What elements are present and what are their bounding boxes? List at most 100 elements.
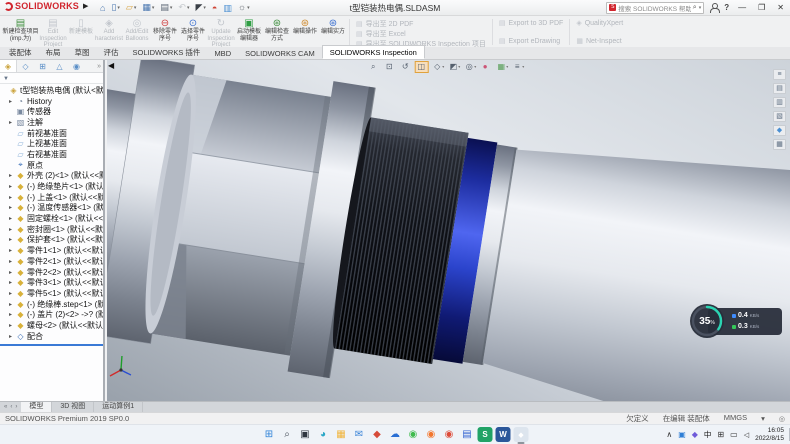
tree-item[interactable]: 零件1<1> (默认<<默认>_显示状态 (0, 245, 103, 256)
graphics-viewport[interactable]: ◀ (107, 60, 790, 401)
ribbon-button[interactable]: 编辑实方 (319, 17, 347, 47)
ribbon-tab[interactable]: 草图 (68, 45, 97, 59)
taskview-icon[interactable] (298, 427, 313, 442)
ribbon-menu-item[interactable]: Export to 3D PDF (499, 19, 563, 27)
store-icon[interactable] (370, 427, 385, 442)
word-icon[interactable] (496, 427, 511, 442)
expand-caret-icon[interactable] (9, 311, 16, 318)
ribbon-menu-item[interactable]: 导出至 2D PDF (356, 19, 486, 29)
edit-appearance-icon[interactable] (478, 61, 492, 73)
expand-caret-icon[interactable] (9, 119, 16, 126)
ribbon-button[interactable]: 移除零件序号 (151, 17, 179, 47)
wechat-icon[interactable] (406, 427, 421, 442)
ribbon-button[interactable]: 启动模板编辑器 (235, 17, 263, 47)
save-icon[interactable] (142, 1, 154, 14)
tree-item[interactable]: (-) 上盖<1> (默认<<默认>_显示状 (0, 192, 103, 203)
document-tab[interactable]: 3D 视图 (52, 402, 94, 412)
view-settings-icon[interactable] (510, 61, 524, 73)
tree-item[interactable]: 上视基准面 (0, 138, 103, 149)
units-dropdown-icon[interactable]: ▾ (761, 414, 765, 423)
tree-item[interactable]: 零件5<1> (默认<<默认>_显示状态 (0, 288, 103, 299)
docs-icon[interactable] (478, 427, 493, 442)
app-blue-icon[interactable] (678, 427, 686, 442)
ribbon-menu-item[interactable]: Net-Inspect (576, 37, 623, 45)
open-icon[interactable] (126, 1, 136, 14)
expand-caret-icon[interactable] (9, 236, 16, 243)
expand-caret-icon[interactable] (9, 215, 16, 222)
ribbon-button[interactable]: 选择零件序号 (179, 17, 207, 47)
ribbon-button[interactable]: Update Inspection Project (207, 17, 235, 47)
tree-item[interactable]: (-) 绝缘垫片<1> (默认<<默认>_显 (0, 181, 103, 192)
document-tab[interactable]: 模型 (21, 402, 52, 412)
volume-icon[interactable] (744, 427, 749, 443)
document-tab[interactable]: 运动算例1 (94, 402, 143, 412)
ribbon-button[interactable]: Add/Edit Balloons (123, 17, 151, 47)
search-icon[interactable] (280, 427, 295, 442)
display-icon[interactable] (223, 2, 232, 14)
expand-caret-icon[interactable] (9, 290, 16, 297)
ribbon-tab[interactable]: 布局 (39, 45, 68, 59)
ime-grid-icon[interactable] (717, 427, 724, 442)
help-button[interactable]: ? (724, 3, 729, 12)
tree-item[interactable]: 零件2<2> (默认<<默认>_显示状态 (0, 267, 103, 278)
tree-item[interactable]: History (0, 96, 103, 107)
tree-item[interactable]: 固定螺栓<1> (默认<<默认>_显示 (0, 213, 103, 224)
resources-icon[interactable] (773, 69, 786, 80)
tree-item[interactable]: 外壳 (2)<1> (默认<<默认>_显示状 (0, 171, 103, 182)
zoom-fit-icon[interactable] (366, 61, 380, 73)
apply-scene-icon[interactable] (494, 61, 508, 73)
search-dropdown-icon[interactable]: ▾ (699, 5, 702, 11)
solidworks-icon[interactable] (514, 427, 529, 442)
tree-item[interactable]: t型铠装热电偶 (默认<默认>_显示状态-1 (0, 85, 103, 96)
panel-splitter[interactable] (0, 344, 103, 346)
ribbon-menu-item[interactable]: 导出至 Excel (356, 29, 486, 39)
expand-caret-icon[interactable] (9, 172, 16, 179)
panel-collapse-arrow-icon[interactable]: ◀ (108, 62, 114, 70)
ribbon-menu-item[interactable]: Export eDrawing (499, 37, 563, 45)
undo-icon[interactable] (178, 1, 189, 14)
hide-show-icon[interactable] (462, 61, 476, 73)
expand-caret-icon[interactable] (9, 301, 16, 308)
home-icon[interactable] (100, 2, 105, 14)
performance-icon[interactable] (212, 2, 217, 14)
onedrive-icon[interactable] (388, 427, 403, 442)
view-orientation-icon[interactable] (430, 61, 444, 73)
start-icon[interactable] (262, 427, 277, 442)
ribbon-button[interactable]: 新建检查项目 (imp.为) (2, 17, 39, 47)
tab-nav-arrow[interactable]: › (15, 404, 17, 410)
design-library-icon[interactable] (773, 83, 786, 94)
ribbon-tab[interactable]: MBD (207, 47, 238, 59)
expand-caret-icon[interactable] (9, 258, 16, 265)
custom-properties-icon[interactable] (773, 139, 786, 150)
firefox-icon[interactable] (424, 427, 439, 442)
appearances-icon[interactable] (773, 125, 786, 136)
print-icon[interactable] (160, 1, 172, 14)
ribbon-tab[interactable]: SOLIDWORKS CAM (238, 47, 322, 59)
expand-caret-icon[interactable] (9, 269, 16, 276)
chrome-icon[interactable] (442, 427, 457, 442)
tag-icon[interactable]: ◎ (779, 415, 785, 423)
expand-caret-icon[interactable] (9, 279, 16, 286)
login-icon[interactable] (710, 3, 718, 12)
brand-expand-arrow[interactable]: ▶ (83, 2, 88, 10)
monitor-icon[interactable] (730, 427, 738, 442)
close-button[interactable]: ✕ (774, 1, 787, 14)
tree-item[interactable]: (-) 盖片 (2)<2> ->? (默认<<默认> (0, 309, 103, 320)
ribbon-tab[interactable]: 装配体 (2, 45, 39, 59)
zoom-area-icon[interactable] (382, 61, 396, 73)
restore-button[interactable]: ❐ (755, 1, 768, 14)
expand-caret-icon[interactable] (9, 204, 16, 211)
tree-item[interactable]: 注解 (0, 117, 103, 128)
file-explorer-icon[interactable] (773, 97, 786, 108)
ribbon-button[interactable]: 新建模板 (67, 17, 95, 47)
featuremanager-icon[interactable] (0, 60, 17, 72)
dimxpert-icon[interactable] (51, 60, 68, 72)
filter-funnel-icon[interactable] (3, 75, 9, 82)
ribbon-menu-item[interactable]: QualityXpert (576, 19, 623, 27)
edge-icon[interactable] (316, 427, 331, 442)
tree-item[interactable]: 保护套<1> (默认<<默认>_显示状 (0, 235, 103, 246)
tree-item[interactable]: 配合 (0, 331, 103, 342)
tree-filter-row[interactable] (0, 73, 103, 84)
search-input[interactable]: 搜索 SOLIDWORKS 帮助 (618, 3, 691, 13)
expand-caret-icon[interactable] (9, 98, 16, 105)
